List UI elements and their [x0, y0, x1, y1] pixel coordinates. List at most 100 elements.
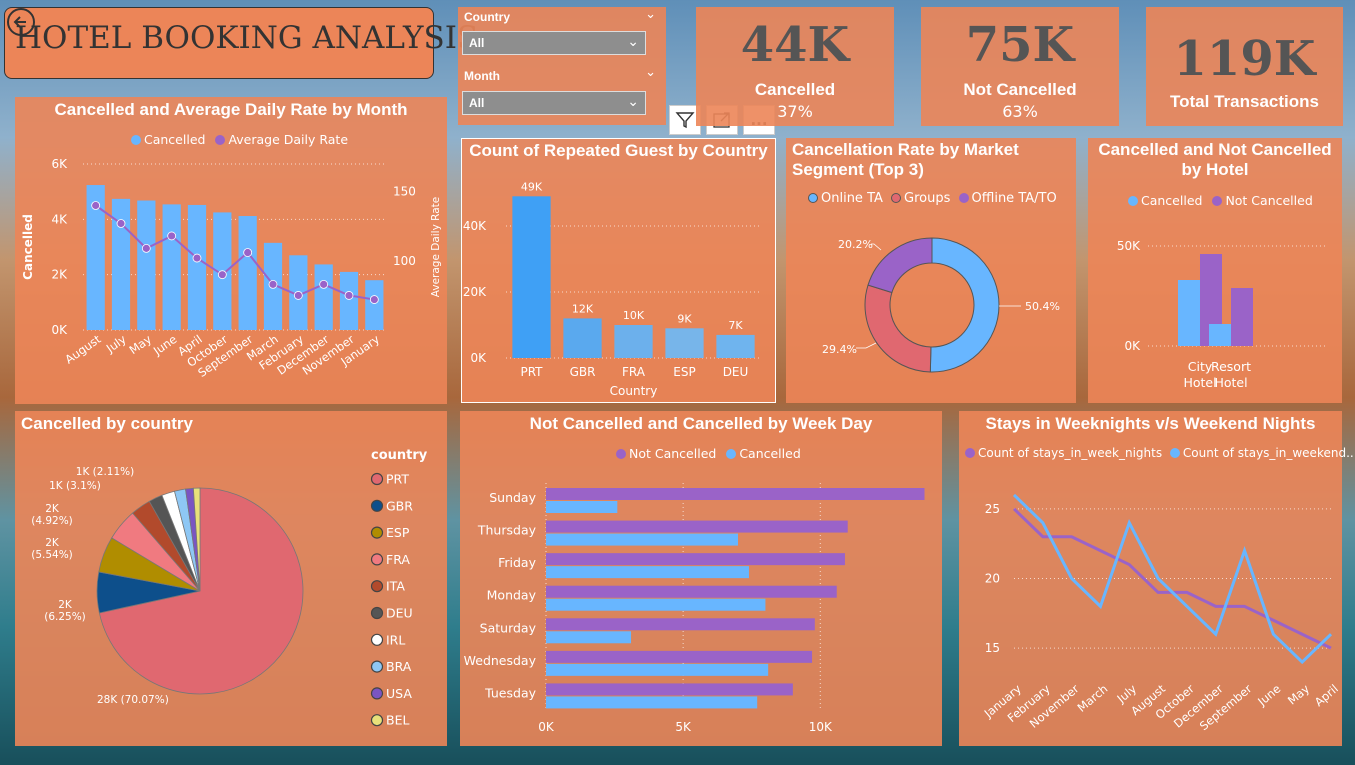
line-point: [344, 291, 354, 300]
y-tick-label: Saturday: [480, 620, 537, 635]
kpi-value: 44K: [740, 17, 850, 73]
back-button[interactable]: [6, 7, 36, 37]
donut-slice: [929, 237, 1000, 373]
kpi-value: 75K: [965, 17, 1075, 73]
x-tick-label: PRT: [520, 365, 543, 379]
x-tick-label: August: [62, 332, 103, 367]
legend-marker: [370, 714, 384, 727]
data-label: 2K (6.25%): [44, 599, 86, 623]
bar: [187, 204, 207, 330]
data-label: 2K (5.54%): [31, 537, 73, 561]
data-label: 49K: [521, 180, 543, 193]
bar: [1178, 280, 1200, 346]
chart-cancellation-by-segment[interactable]: Cancellation Rate by Market Segment (Top…: [786, 138, 1076, 403]
donut-slice: [867, 237, 933, 294]
bar: [137, 200, 156, 330]
bar: [546, 553, 845, 566]
bar: [365, 280, 384, 330]
legend-marker: [370, 499, 384, 512]
legend-marker: [370, 472, 384, 486]
line-point: [293, 291, 303, 300]
legend-label: ITA: [386, 579, 405, 594]
slicer-month-dropdown[interactable]: All ⌄: [462, 91, 646, 115]
legend-marker: [370, 526, 384, 539]
data-label: 2K (4.92%): [31, 503, 73, 527]
data-label: 7K: [728, 319, 743, 332]
slicer-country-dropdown[interactable]: All ⌄: [462, 31, 646, 55]
x-tick-label: 0K: [538, 720, 555, 734]
chart-cancelled-adr-by-month[interactable]: Cancelled and Average Daily Rate by Mont…: [15, 97, 447, 404]
chevron-down-icon[interactable]: ⌄: [645, 7, 656, 22]
y-tick-label: 25: [985, 502, 1000, 516]
page-title: HOTEL BOOKING ANALYSIS: [15, 20, 479, 56]
line-point: [268, 279, 278, 289]
bar: [1209, 324, 1231, 346]
x-tick-label: ESP: [673, 365, 695, 379]
data-label: 50.4%: [1025, 300, 1060, 313]
data-label: 28K (70.07%): [97, 694, 169, 706]
x-tick-label: FRA: [622, 365, 646, 379]
y2-tick-label: 150: [393, 185, 416, 199]
x-tick-label: Resort Hotel: [1211, 359, 1251, 390]
chart-stays-weeknights-weekend[interactable]: Stays in Weeknights v/s Weekend Nights C…: [959, 411, 1355, 746]
legend-marker: [370, 606, 384, 620]
bar: [546, 488, 925, 500]
line-point: [91, 201, 101, 210]
line-point: [192, 253, 202, 263]
x-tick-label: 5K: [675, 720, 692, 734]
y-tick-label: 20: [985, 572, 1000, 586]
data-label: 12K: [572, 302, 594, 315]
slicer-country-label: Country: [464, 10, 510, 24]
bar: [546, 663, 769, 676]
kpi-label: Cancelled: [754, 80, 836, 99]
chevron-down-icon[interactable]: ⌄: [645, 65, 656, 80]
bar: [563, 318, 602, 358]
legend-label: GBR: [386, 498, 413, 513]
chart-plot: 252015JanuaryFebruaryNovemberMarch JulyAu…: [981, 493, 1341, 733]
bar: [546, 696, 758, 709]
y-tick-label: 0K: [470, 351, 487, 365]
x-tick-label: June: [1254, 682, 1283, 709]
chart-repeated-guest-by-country[interactable]: Count of Repeated Guest by Country 40K 20…: [461, 138, 776, 403]
line-point: [116, 219, 126, 228]
data-label: 9K: [677, 312, 692, 325]
chart-cancelled-by-hotel[interactable]: Cancelled and Not Cancelled by Hotel Can…: [1088, 138, 1342, 403]
bar: [546, 501, 618, 513]
chart-by-week-day[interactable]: Not Cancelled and Cancelled by Week Day …: [460, 411, 942, 746]
bar: [162, 204, 181, 330]
bar: [716, 334, 755, 358]
bar: [1231, 288, 1253, 346]
y-tick-label: Monday: [487, 588, 537, 603]
legend-label: FRA: [386, 552, 410, 567]
data-label: 1K (2.11%): [76, 466, 134, 478]
legend-label: USA: [386, 686, 412, 701]
filter-icon: [675, 112, 695, 129]
data-label: 1K (3.1%): [49, 480, 101, 492]
bar: [546, 683, 793, 696]
slicer-panel: Country ⌄ All ⌄ Month ⌄ All ⌄: [458, 7, 666, 125]
y-tick-label: 2K: [51, 268, 68, 282]
line-point: [217, 270, 227, 280]
x-tick-label: June: [150, 332, 179, 358]
legend-label: ESP: [386, 525, 410, 540]
x-tick-label: May: [127, 332, 155, 357]
y-tick-label: Tuesday: [484, 685, 536, 700]
chart-plot: 0K 5K 10K Sunday Thursday Friday Monday Saturda…: [464, 483, 925, 734]
chevron-down-icon: ⌄: [627, 94, 639, 110]
chart-plot: 50.4% 29.4% 20.2%: [822, 237, 1060, 373]
back-arrow-icon: [7, 8, 35, 36]
x-tick-label: July: [103, 332, 129, 356]
slicer-country-value: All: [469, 36, 485, 50]
y-tick-label: 20K: [463, 285, 487, 299]
kpi-percent: 37%: [777, 102, 813, 121]
chart-plot: 50K0KCity HotelResort Hotel: [1117, 239, 1328, 390]
line-point: [167, 231, 177, 241]
chart-cancelled-by-country[interactable]: Cancelled by country country 28K (70.07%…: [15, 411, 447, 746]
bar: [665, 328, 704, 358]
legend-marker: [370, 633, 384, 646]
kpi-label: Total Transactions: [1170, 92, 1319, 111]
bar: [546, 566, 749, 579]
bar: [238, 216, 257, 330]
y-tick-label: 40K: [463, 219, 487, 233]
kpi-card-cancelled: 44K Cancelled 37%: [696, 7, 894, 126]
